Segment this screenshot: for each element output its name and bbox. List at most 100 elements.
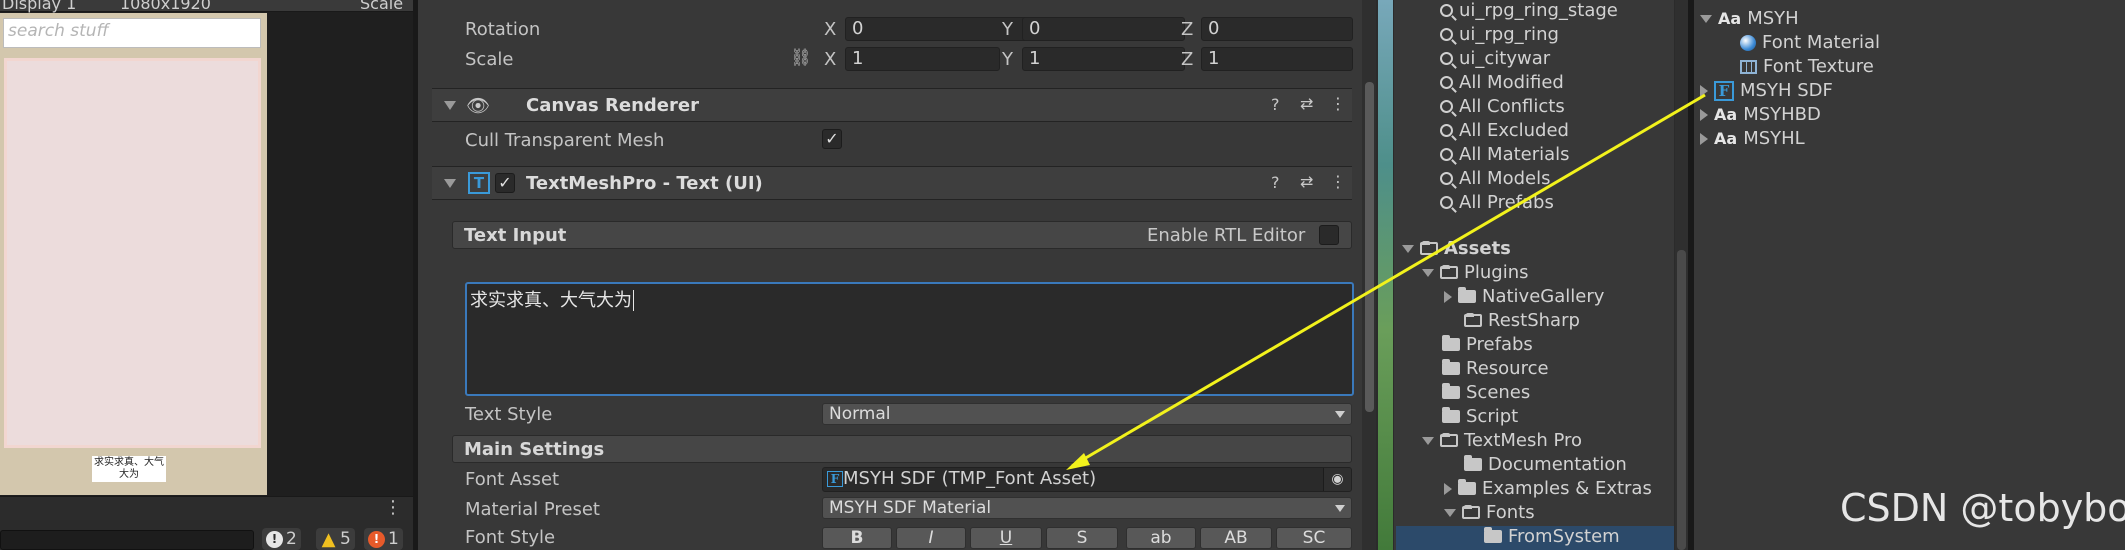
canvas-renderer-header[interactable]: 👁 Canvas Renderer ? ⇄ ⋮ bbox=[432, 88, 1352, 122]
material-preset-dropdown[interactable]: MSYH SDF Material bbox=[822, 497, 1352, 519]
search-filter-item[interactable]: All Prefabs bbox=[1440, 192, 1554, 213]
foldout-arrow-icon[interactable] bbox=[1700, 132, 1708, 145]
search-filter-item[interactable]: All Modified bbox=[1440, 72, 1564, 93]
axis-y-label: Y bbox=[1002, 19, 1013, 40]
folder-open-icon bbox=[1440, 265, 1458, 279]
scale-y-field[interactable]: 1 bbox=[1022, 47, 1185, 71]
strikethrough-button[interactable]: S bbox=[1046, 527, 1118, 549]
foldout-arrow-icon[interactable] bbox=[1700, 108, 1708, 121]
search-filter-label: All Conflicts bbox=[1459, 96, 1565, 117]
fonts-folder[interactable]: Fonts bbox=[1444, 502, 1535, 523]
more-menu-icon[interactable]: ⋮ bbox=[384, 498, 402, 518]
folder-label: Assets bbox=[1444, 238, 1511, 259]
rotation-y-field[interactable]: 0 bbox=[1022, 17, 1185, 41]
resolution-dropdown[interactable]: 1080x1920 bbox=[120, 0, 211, 13]
asset-item-msyhbd[interactable]: Aa MSYHBD bbox=[1700, 104, 1821, 125]
assets-folder[interactable]: Assets bbox=[1402, 238, 1511, 259]
search-filter-item[interactable]: All Models bbox=[1440, 168, 1550, 189]
search-filter-item[interactable]: ui_citywar bbox=[1440, 48, 1550, 69]
font-asset-icon: F bbox=[827, 471, 843, 487]
nativegallery-folder[interactable]: NativeGallery bbox=[1444, 286, 1604, 307]
smallcaps-button[interactable]: SC bbox=[1276, 527, 1352, 549]
project-scrollbar-thumb[interactable] bbox=[1677, 250, 1686, 550]
rtl-editor-checkbox[interactable] bbox=[1319, 225, 1339, 245]
restsharp-folder[interactable]: RestSharp bbox=[1464, 310, 1580, 331]
text-preview-line: 大为 bbox=[119, 469, 139, 480]
search-filter-item[interactable]: All Excluded bbox=[1440, 120, 1569, 141]
textmeshpro-header[interactable]: T ✓ TextMeshPro - Text (UI) ? ⇄ ⋮ bbox=[432, 166, 1352, 200]
asset-label: MSYHBD bbox=[1743, 104, 1821, 125]
text-input-value: 求实求真、大气大为 bbox=[470, 290, 632, 311]
search-filter-label: All Modified bbox=[1459, 72, 1564, 93]
foldout-arrow-icon[interactable] bbox=[444, 101, 456, 110]
documentation-folder[interactable]: Documentation bbox=[1464, 454, 1627, 475]
search-filter-label: ui_rpg_ring bbox=[1459, 24, 1559, 45]
foldout-arrow-icon[interactable] bbox=[1402, 244, 1414, 253]
text-style-dropdown[interactable]: Normal bbox=[822, 403, 1352, 425]
text-input-area[interactable]: 求实求真、大气大为 bbox=[465, 282, 1354, 396]
font-asset-field[interactable]: F MSYH SDF (TMP_Font Asset) ◉ bbox=[822, 467, 1352, 492]
search-filter-label: All Excluded bbox=[1459, 120, 1569, 141]
fromsystem-folder[interactable]: FromSystem bbox=[1484, 526, 1620, 547]
script-folder[interactable]: Script bbox=[1442, 406, 1518, 427]
scale-z-field[interactable]: 1 bbox=[1201, 47, 1353, 71]
presets-icon[interactable]: ⇄ bbox=[1300, 172, 1313, 191]
resource-folder[interactable]: Resource bbox=[1442, 358, 1549, 379]
asset-item-msyhl[interactable]: Aa MSYHL bbox=[1700, 128, 1805, 149]
plugins-folder[interactable]: Plugins bbox=[1422, 262, 1528, 283]
uppercase-button[interactable]: AB bbox=[1200, 527, 1272, 549]
asset-item-font-material[interactable]: Font Material bbox=[1740, 32, 1880, 53]
folder-icon bbox=[1442, 359, 1460, 375]
search-filter-item[interactable]: All Conflicts bbox=[1440, 96, 1565, 117]
axis-x-label: X bbox=[824, 19, 837, 40]
context-menu-icon[interactable]: ⋮ bbox=[1330, 172, 1346, 191]
info-icon: ! bbox=[266, 530, 283, 548]
prefabs-folder[interactable]: Prefabs bbox=[1442, 334, 1533, 355]
text-preview: 求实求真、大气 大为 bbox=[92, 456, 166, 482]
asset-item-font-texture[interactable]: Font Texture bbox=[1740, 56, 1874, 77]
inspector-scrollbar-thumb[interactable] bbox=[1365, 82, 1374, 412]
search-filter-item[interactable]: ui_rpg_ring bbox=[1440, 24, 1559, 45]
asset-item-msyh[interactable]: Aa MSYH bbox=[1700, 8, 1799, 29]
search-filter-item[interactable]: ui_rpg_ring_stage bbox=[1440, 0, 1618, 21]
help-icon[interactable]: ? bbox=[1271, 173, 1280, 192]
foldout-arrow-icon[interactable] bbox=[1444, 290, 1452, 303]
font-file-icon: Aa bbox=[1714, 105, 1738, 124]
folder-open-icon bbox=[1420, 241, 1438, 255]
foldout-arrow-icon[interactable] bbox=[1444, 482, 1452, 495]
cull-transparent-mesh-checkbox[interactable]: ✓ bbox=[822, 129, 842, 149]
examples-folder[interactable]: Examples & Extras bbox=[1444, 478, 1652, 499]
foldout-arrow-icon[interactable] bbox=[1444, 508, 1456, 517]
folder-icon bbox=[1484, 527, 1502, 543]
scale-x-field[interactable]: 1 bbox=[845, 47, 1000, 71]
presets-icon[interactable]: ⇄ bbox=[1300, 94, 1313, 113]
error-count-badge[interactable]: ! 1 bbox=[364, 528, 403, 550]
foldout-arrow-icon[interactable] bbox=[1700, 84, 1708, 97]
asset-item-msyh-sdf[interactable]: F MSYH SDF bbox=[1700, 80, 1833, 101]
textmeshpro-folder[interactable]: TextMesh Pro bbox=[1422, 430, 1582, 451]
info-count-badge[interactable]: ! 2 bbox=[262, 528, 301, 550]
lowercase-button[interactable]: ab bbox=[1126, 527, 1196, 549]
underline-button[interactable]: U bbox=[970, 527, 1042, 549]
foldout-arrow-icon[interactable] bbox=[1422, 436, 1434, 445]
search-filter-item[interactable]: All Materials bbox=[1440, 144, 1570, 165]
scenes-folder[interactable]: Scenes bbox=[1442, 382, 1530, 403]
foldout-arrow-icon[interactable] bbox=[1422, 268, 1434, 277]
italic-button[interactable]: I bbox=[896, 527, 966, 549]
component-enabled-checkbox[interactable]: ✓ bbox=[495, 173, 515, 193]
help-icon[interactable]: ? bbox=[1271, 95, 1280, 114]
constrain-proportions-icon[interactable]: ⛓ bbox=[790, 48, 812, 68]
folder-label: Scenes bbox=[1466, 382, 1531, 403]
display-dropdown[interactable]: Display 1 bbox=[2, 0, 76, 13]
search-input[interactable]: search stuff bbox=[3, 18, 261, 48]
rotation-z-field[interactable]: 0 bbox=[1201, 17, 1353, 41]
warning-count-badge[interactable]: ▲ 5 bbox=[316, 528, 355, 550]
folder-label: FromSystem bbox=[1508, 526, 1620, 547]
search-icon bbox=[1440, 100, 1453, 113]
context-menu-icon[interactable]: ⋮ bbox=[1330, 94, 1346, 113]
foldout-arrow-icon[interactable] bbox=[1700, 14, 1712, 23]
bold-button[interactable]: B bbox=[822, 527, 892, 549]
foldout-arrow-icon[interactable] bbox=[444, 179, 456, 188]
console-search-input[interactable] bbox=[0, 530, 254, 550]
object-picker-icon[interactable]: ◉ bbox=[1323, 468, 1351, 491]
